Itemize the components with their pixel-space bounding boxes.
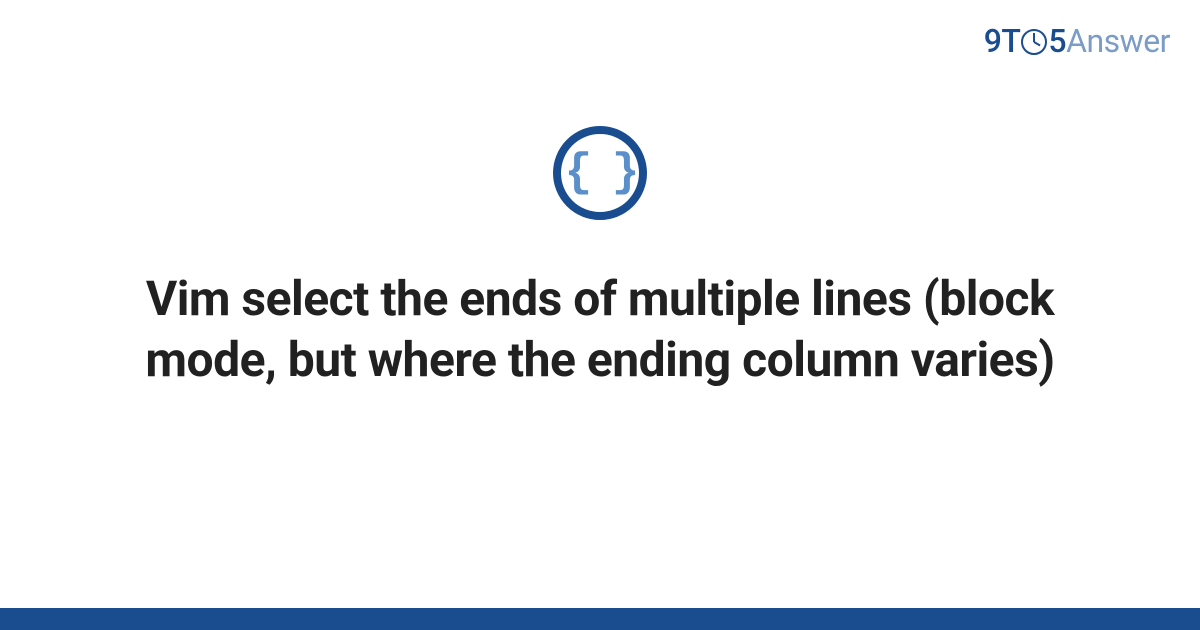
brand-answer: Answer [1066,22,1170,60]
clock-icon [1021,29,1047,55]
brand-nine: 9 [984,22,1002,60]
main-content: { } Vim select the ends of multiple line… [0,126,1200,391]
code-braces-icon: { } [565,150,636,196]
brand-t: T [1001,22,1020,60]
brand-five: 5 [1048,22,1066,60]
question-title: Vim select the ends of multiple lines (b… [120,268,1080,391]
topic-icon-circle: { } [553,126,647,220]
brand-logo: 9T5Answer [984,22,1170,60]
footer-bar [0,608,1200,630]
